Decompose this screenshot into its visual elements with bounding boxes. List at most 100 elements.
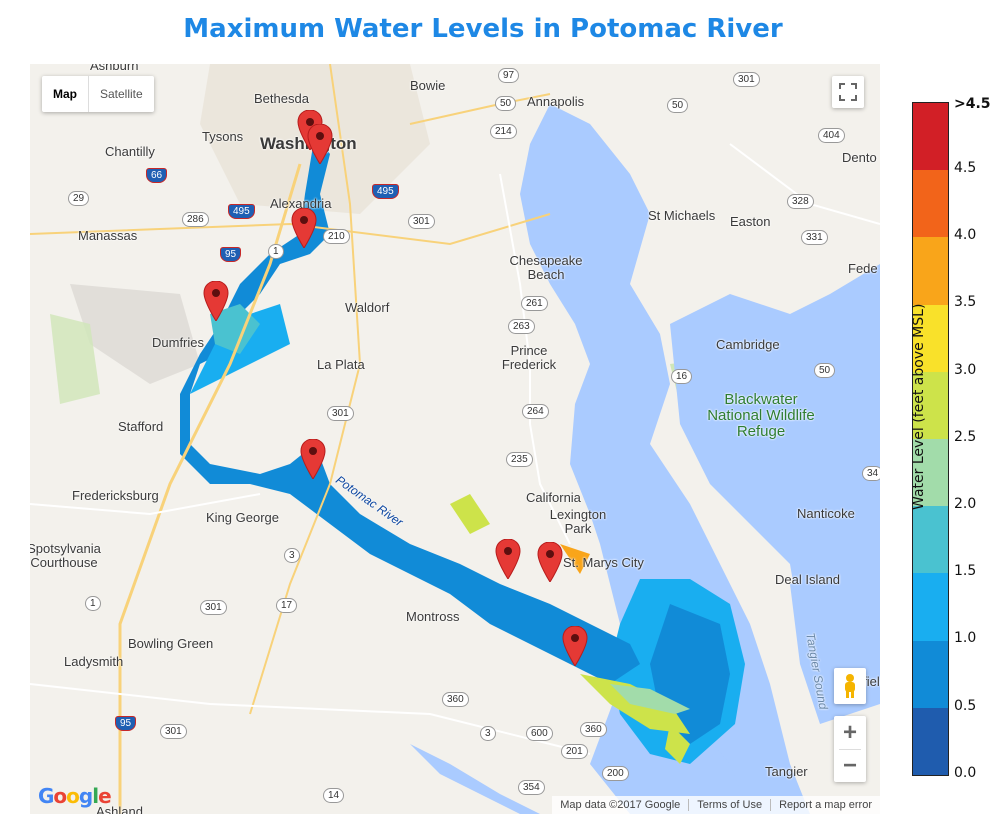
route-shield: 17 [276,598,298,613]
route-shield: 331 [801,230,828,245]
place-bethesda: Bethesda [254,91,309,106]
map-marker-icon[interactable] [495,539,521,579]
place-bowie: Bowie [410,78,446,93]
legend-title: Water Level (feet above MSL) [911,303,927,510]
legend-tick-label: 1.0 [954,630,977,647]
legend-tick-label: 2.5 [954,428,977,445]
attribution-bar: Map data ©2017 Google Terms of Use Repor… [552,796,880,814]
place-fredericksburg: Fredericksburg [72,488,159,503]
map-marker-icon[interactable] [307,124,333,164]
route-shield: 200 [602,766,629,781]
place-easton: Easton [730,214,771,229]
legend-color-band [913,573,948,641]
place-cambridge: Cambridge [716,337,780,352]
route-shield: 301 [200,600,227,615]
place-st-marys-city: St. Marys City [563,555,644,570]
google-logo-letter: o [66,784,80,808]
map-marker-icon[interactable] [300,439,326,479]
legend-tick-label: 0.0 [954,764,977,781]
route-shield: 1 [268,244,284,259]
route-shield: 1 [85,596,101,611]
map-marker-icon[interactable] [537,542,563,582]
google-logo-letter: e [98,784,112,808]
route-shield: 301 [327,406,354,421]
google-logo[interactable]: Google [38,784,112,808]
map-type-satellite-button[interactable]: Satellite [89,76,154,112]
route-shield: 50 [667,98,689,113]
zoom-in-button[interactable]: + [843,717,857,749]
legend-color-band [913,237,948,305]
map-data-attribution: Map data ©2017 Google [560,799,681,811]
route-shield: 600 [526,726,553,741]
place-annapolis: Annapolis [527,94,585,109]
route-shield: 235 [506,452,533,467]
route-shield: 97 [498,68,520,83]
legend-tick-label: >4.5 [954,96,991,112]
pegman-icon [845,674,855,698]
place-la-plata: La Plata [317,357,365,372]
fullscreen-button[interactable] [832,76,864,108]
route-shield: 495 [228,204,255,219]
route-shield: 16 [671,369,693,384]
place-bowling-green: Bowling Green [128,636,214,651]
route-shield: 286 [182,212,209,227]
route-shield: 210 [323,229,350,244]
place-blackwater: Blackwater National Wildlife Refuge [707,391,815,440]
legend-color-band [913,170,948,238]
route-shield: 263 [508,319,535,334]
route-shield: 328 [787,194,814,209]
route-shield: 354 [518,780,545,795]
street-view-button[interactable] [834,668,866,704]
place-tysons: Tysons [202,129,244,144]
place-montross: Montross [406,609,460,624]
route-shield: 360 [580,722,607,737]
legend-tick-label: 3.0 [954,361,977,378]
place-manassas: Manassas [78,228,138,243]
route-shield: 3 [284,548,300,563]
place-st-michaels: St Michaels [648,208,716,223]
report-map-error-link[interactable]: Report a map error [770,799,880,811]
route-shield: 264 [522,404,549,419]
route-shield: 3 [480,726,496,741]
map-type-map-button[interactable]: Map [42,76,89,112]
map-view[interactable]: Ashburn Bethesda Bowie Annapolis Tysons … [30,64,880,814]
place-ladysmith: Ladysmith [64,654,124,669]
map-marker-icon[interactable] [203,281,229,321]
legend-tick-label: 2.0 [954,496,977,512]
google-logo-letter: g [78,784,93,808]
route-shield: 95 [115,716,137,731]
route-shield: 360 [442,692,469,707]
route-shield: 404 [818,128,845,143]
place-tangier: Tangier [765,764,808,779]
place-federalsburg: Fede [848,261,878,276]
route-shield: 50 [495,96,517,111]
place-prince-frederick: Prince Frederick [501,343,557,372]
route-shield: 301 [733,72,760,87]
route-shield: 214 [490,124,517,139]
place-spotsylvania: Spotsylvania Courthouse [30,541,101,570]
place-denton: Dento [842,150,877,165]
place-chantilly: Chantilly [105,144,155,159]
route-shield: 301 [408,214,435,229]
page-title: Maximum Water Levels in Potomac River [183,14,783,44]
map-type-control: Map Satellite [42,76,154,112]
place-king-george: King George [206,510,279,525]
zoom-out-button[interactable]: − [843,750,857,782]
route-shield: 29 [68,191,90,206]
terms-of-use-link[interactable]: Terms of Use [688,799,770,811]
place-deal-island: Deal Island [775,572,841,587]
legend-color-band [913,506,948,574]
legend-tick-label: 1.5 [954,563,977,580]
map-marker-icon[interactable] [562,626,588,666]
route-shield: 495 [372,184,399,199]
legend-color-band [913,640,948,708]
place-dumfries: Dumfries [152,335,205,350]
legend-color-band [913,707,948,775]
fullscreen-icon [839,83,857,101]
place-chesapeake-beach: Chesapeake Beach [509,253,583,282]
route-shield: 34 [862,466,880,481]
place-waldorf: Waldorf [345,300,390,315]
place-ashburn: Ashburn [90,64,139,73]
map-marker-icon[interactable] [291,208,317,248]
route-shield: 50 [814,363,836,378]
